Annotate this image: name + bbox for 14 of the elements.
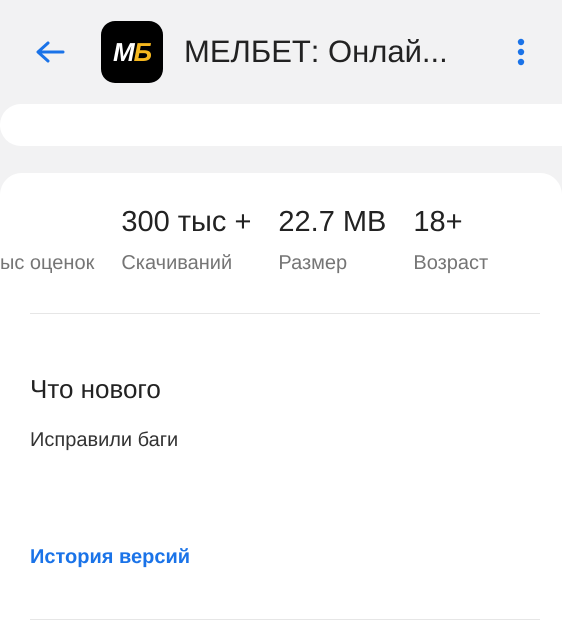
stat-label: ыс оценок [0,252,94,275]
stat-value: 300 тыс + [121,206,252,240]
more-icon[interactable] [517,38,525,66]
stat-label: Размер [278,252,348,275]
release-notes: Исправили баги [30,429,178,452]
app-logo: МБ [101,21,163,83]
stat-label: Скачиваний [121,252,234,275]
stat-value: 18+ [413,206,464,240]
stat-value: 22.7 MB [278,206,386,240]
back-icon[interactable] [35,40,65,64]
section-title: Что нового [30,374,161,405]
stat-label: Возраст [413,252,488,275]
version-history-link[interactable]: История версий [30,546,190,569]
app-title: МЕЛБЕТ: Онлай... [184,34,448,70]
